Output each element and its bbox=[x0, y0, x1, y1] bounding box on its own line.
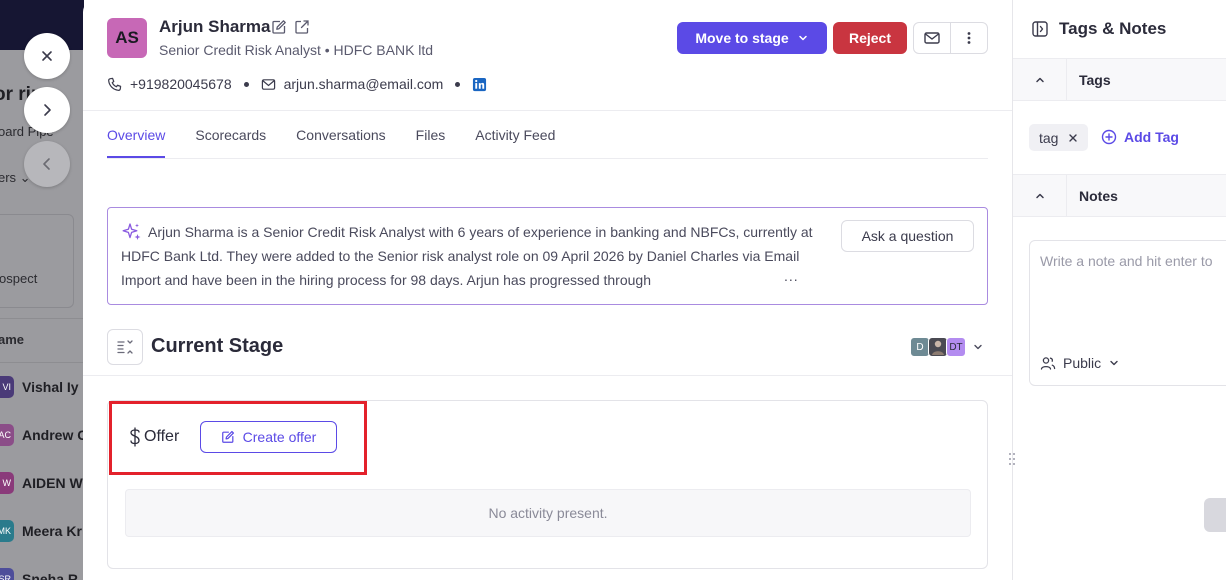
add-tag-button[interactable]: Add Tag bbox=[1101, 129, 1179, 145]
candidate-main-panel: AS Arjun Sharma Senior Credit Risk Analy… bbox=[83, 0, 1013, 580]
tab-files[interactable]: Files bbox=[416, 111, 446, 158]
background-row-name: Sneha R bbox=[22, 571, 79, 580]
background-card: ospect bbox=[0, 214, 74, 308]
phone-icon bbox=[108, 77, 122, 91]
assignee-photo-avatar bbox=[928, 337, 948, 357]
tags-notes-panel: Tags & Notes Tags tag Add Tag Notes Writ… bbox=[1012, 0, 1226, 580]
notes-header-label: Notes bbox=[1079, 188, 1118, 204]
ai-summary-card: Arjun Sharma is a Senior Credit Risk Ana… bbox=[107, 207, 988, 305]
tabs-divider bbox=[107, 158, 988, 159]
collapse-notes-button[interactable] bbox=[1013, 175, 1067, 217]
candidate-role: Senior Credit Risk Analyst • HDFC BANK l… bbox=[159, 42, 434, 58]
tags-notes-title: Tags & Notes bbox=[1031, 19, 1166, 39]
tags-header-label: Tags bbox=[1079, 72, 1111, 88]
tag-label: tag bbox=[1039, 129, 1059, 146]
users-icon bbox=[1040, 357, 1056, 370]
close-drawer-button[interactable] bbox=[24, 33, 70, 79]
candidate-contact: +919820045678 arjun.sharma@email.com bbox=[107, 76, 487, 92]
tab-activity-feed[interactable]: Activity Feed bbox=[475, 111, 555, 158]
chevron-down-icon bbox=[1110, 360, 1118, 366]
background-divider bbox=[0, 318, 84, 319]
send-email-button[interactable] bbox=[914, 23, 951, 53]
background-row-avatar: SR bbox=[0, 568, 14, 580]
previous-candidate-button[interactable] bbox=[24, 141, 70, 187]
reject-button[interactable]: Reject bbox=[833, 22, 907, 54]
separator-dot bbox=[243, 81, 249, 87]
background-list-row: MK Meera Kr bbox=[0, 518, 82, 544]
assignee-avatar: DT bbox=[946, 337, 966, 357]
stage-toggle-button[interactable] bbox=[107, 329, 143, 365]
highlight-annotation bbox=[109, 401, 367, 475]
chevron-down-icon bbox=[974, 344, 982, 350]
tab-overview[interactable]: Overview bbox=[107, 111, 166, 158]
notes-section-header[interactable]: Notes bbox=[1013, 175, 1226, 217]
tag-chip: tag bbox=[1029, 124, 1089, 151]
note-visibility-select[interactable]: Public bbox=[1040, 355, 1120, 371]
panel-divider bbox=[1013, 100, 1226, 101]
panel-collapse-icon[interactable] bbox=[1031, 20, 1049, 38]
background-row-name: AIDEN W bbox=[22, 475, 83, 491]
move-to-stage-button[interactable]: Move to stage bbox=[677, 22, 827, 54]
list-collapse-icon bbox=[117, 340, 133, 354]
edit-icon[interactable] bbox=[271, 19, 287, 35]
chevron-up-icon bbox=[1035, 193, 1044, 199]
tags-section-header[interactable]: Tags bbox=[1013, 59, 1226, 101]
mail-icon bbox=[261, 78, 275, 90]
next-candidate-button[interactable] bbox=[24, 87, 70, 133]
chevron-right-icon bbox=[44, 104, 51, 116]
background-row-avatar: W bbox=[0, 472, 14, 494]
background-row-avatar: AC bbox=[0, 424, 14, 446]
note-input[interactable] bbox=[1040, 253, 1226, 269]
ask-question-button[interactable]: Ask a question bbox=[841, 220, 974, 252]
more-vertical-icon bbox=[967, 32, 971, 44]
summary-fade bbox=[708, 268, 828, 292]
plus-circle-icon bbox=[1101, 129, 1117, 145]
candidate-name-actions bbox=[271, 19, 310, 35]
stage-divider bbox=[83, 375, 1013, 376]
candidate-name: Arjun Sharma bbox=[159, 17, 271, 36]
candidate-tabs: Overview Scorecards Conversations Files … bbox=[107, 111, 555, 159]
collapse-tags-button[interactable] bbox=[1013, 59, 1067, 101]
background-list-row: VI Vishal Iy bbox=[0, 374, 79, 400]
background-row-name: Meera Kr bbox=[22, 523, 82, 539]
background-row-avatar: MK bbox=[0, 520, 14, 542]
panel-divider bbox=[1013, 216, 1226, 217]
background-column-header: ame bbox=[0, 332, 25, 347]
mail-icon bbox=[924, 32, 940, 44]
separator-dot bbox=[455, 81, 461, 87]
note-composer: Public bbox=[1029, 240, 1226, 386]
external-link-icon[interactable] bbox=[294, 19, 310, 35]
candidate-drawer: AS Arjun Sharma Senior Credit Risk Analy… bbox=[83, 0, 1226, 580]
background-list-row: SR Sneha R bbox=[0, 566, 78, 580]
stage-assignees[interactable]: D DT bbox=[910, 337, 984, 357]
background-row-avatar: VI bbox=[0, 376, 14, 398]
scrollbar-thumb[interactable] bbox=[1204, 498, 1226, 532]
remove-tag-icon[interactable] bbox=[1068, 133, 1078, 143]
background-row-name: Andrew C bbox=[22, 427, 84, 443]
chevron-down-icon bbox=[798, 35, 807, 41]
background-row-name: Vishal Iy bbox=[22, 379, 79, 395]
background-list-row: AC Andrew C bbox=[0, 422, 84, 448]
current-stage-title: Current Stage bbox=[151, 335, 284, 357]
candidate-email[interactable]: arjun.sharma@email.com bbox=[284, 76, 444, 92]
tab-conversations[interactable]: Conversations bbox=[296, 111, 386, 158]
tab-scorecards[interactable]: Scorecards bbox=[195, 111, 266, 158]
chevron-up-icon bbox=[1035, 77, 1044, 83]
more-options-button[interactable] bbox=[951, 23, 987, 53]
background-list-row: W AIDEN W bbox=[0, 470, 83, 496]
linkedin-icon[interactable] bbox=[472, 77, 487, 92]
assignee-avatar: D bbox=[910, 337, 930, 357]
empty-activity-state: No activity present. bbox=[125, 489, 971, 537]
chevron-left-icon bbox=[43, 158, 50, 170]
candidate-avatar: AS bbox=[107, 18, 147, 58]
close-icon bbox=[42, 51, 52, 61]
expand-summary-button[interactable]: ... bbox=[784, 268, 799, 284]
candidate-phone[interactable]: +919820045678 bbox=[130, 76, 232, 92]
header-icon-buttons bbox=[913, 22, 988, 54]
background-divider bbox=[0, 362, 84, 363]
